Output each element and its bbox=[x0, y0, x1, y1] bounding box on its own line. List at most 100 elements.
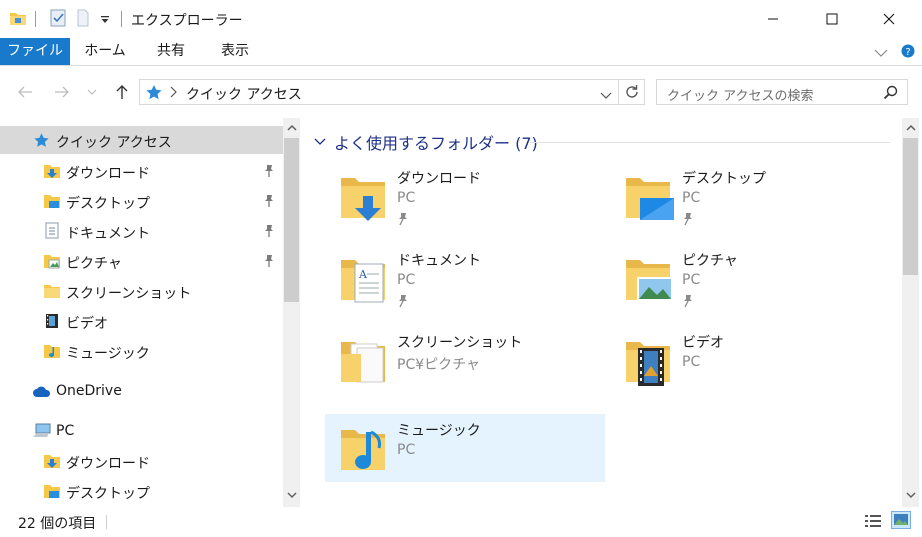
tile-name: ミュージック bbox=[397, 423, 481, 439]
nav-item-label: ピクチャ bbox=[66, 256, 122, 272]
desktop-folder-icon bbox=[43, 483, 61, 503]
pin-icon[interactable] bbox=[263, 254, 275, 272]
pin-icon[interactable] bbox=[263, 164, 275, 182]
close-button[interactable] bbox=[866, 0, 912, 38]
folder-tile-videos[interactable]: ビデオ PC bbox=[610, 326, 890, 394]
nav-quick-access[interactable]: クイック アクセス bbox=[0, 126, 283, 154]
scroll-down-arrow-icon[interactable] bbox=[902, 487, 919, 504]
scroll-up-arrow-icon[interactable] bbox=[902, 119, 919, 136]
nav-onedrive-label: OneDrive bbox=[56, 383, 122, 399]
tab-share[interactable]: 共有 bbox=[148, 38, 194, 65]
folder-tile-documents[interactable]: A ドキュメント PC bbox=[325, 244, 605, 312]
nav-item-desktop[interactable]: デスクトップ bbox=[0, 187, 283, 215]
group-divider bbox=[530, 142, 890, 143]
breadcrumb-chevron-icon[interactable] bbox=[169, 86, 177, 102]
tile-name: ピクチャ bbox=[682, 253, 738, 269]
tile-location: PC bbox=[682, 272, 701, 288]
details-view-icon[interactable] bbox=[864, 514, 882, 532]
back-button[interactable] bbox=[13, 80, 37, 104]
download-folder-icon bbox=[341, 178, 385, 221]
content-scrollbar[interactable] bbox=[902, 118, 919, 507]
pin-icon[interactable] bbox=[263, 194, 275, 212]
folder-tile-downloads[interactable]: ダウンロード PC bbox=[325, 162, 605, 230]
tile-name: ドキュメント bbox=[397, 253, 481, 269]
group-header[interactable]: よく使用するフォルダー (7) bbox=[314, 130, 538, 154]
nav-item-screenshots[interactable]: スクリーンショット bbox=[0, 277, 283, 305]
tile-location: PC bbox=[397, 442, 416, 458]
nav-item-videos[interactable]: ビデオ bbox=[0, 307, 283, 335]
nav-pc[interactable]: PC bbox=[0, 417, 283, 445]
tile-location: PC bbox=[397, 190, 416, 206]
nav-onedrive[interactable]: OneDrive bbox=[0, 377, 283, 405]
nav-item-label: ドキュメント bbox=[66, 226, 150, 242]
content-scroll-thumb[interactable] bbox=[903, 138, 918, 275]
tile-name: ダウンロード bbox=[397, 171, 481, 187]
expand-ribbon-icon[interactable] bbox=[874, 46, 888, 62]
screenshots-folder-icon bbox=[341, 342, 385, 383]
nav-item-label: ビデオ bbox=[66, 316, 108, 332]
search-icon[interactable] bbox=[883, 85, 898, 104]
forward-button[interactable] bbox=[50, 80, 74, 104]
minimize-button[interactable] bbox=[750, 0, 796, 38]
folder-tile-screenshots[interactable]: スクリーンショット PC¥ピクチャ bbox=[325, 326, 605, 394]
nav-item-pictures[interactable]: ピクチャ bbox=[0, 247, 283, 275]
tile-location: PC bbox=[397, 272, 416, 288]
new-folder-icon[interactable] bbox=[76, 9, 90, 31]
pictures-folder-icon bbox=[43, 253, 61, 273]
refresh-icon[interactable] bbox=[624, 84, 640, 104]
pin-icon bbox=[682, 212, 694, 230]
pin-icon bbox=[397, 212, 409, 230]
documents-folder-icon: A bbox=[341, 260, 385, 303]
nav-pane-scroll-thumb[interactable] bbox=[284, 138, 299, 302]
properties-icon[interactable] bbox=[50, 9, 66, 31]
tab-home[interactable]: ホーム bbox=[80, 38, 130, 65]
folder-tile-desktop[interactable]: デスクトップ PC bbox=[610, 162, 890, 230]
recent-locations-button[interactable] bbox=[84, 80, 100, 104]
nav-quick-access-label: クイック アクセス bbox=[56, 135, 172, 151]
nav-item-music[interactable]: ミュージック bbox=[0, 337, 283, 365]
nav-pane-scrollbar[interactable] bbox=[283, 118, 300, 507]
tile-name: スクリーンショット bbox=[397, 335, 523, 351]
scroll-down-arrow-icon[interactable] bbox=[283, 487, 300, 504]
pc-icon bbox=[32, 423, 52, 443]
address-path[interactable]: クイック アクセス bbox=[186, 84, 302, 104]
nav-item-label: スクリーンショット bbox=[66, 286, 192, 302]
pin-icon bbox=[682, 294, 694, 312]
desktop-folder-icon bbox=[626, 178, 674, 220]
nav-pc-downloads[interactable]: ダウンロード bbox=[0, 447, 283, 475]
address-bar[interactable]: クイック アクセス bbox=[139, 79, 645, 105]
tile-location: PC bbox=[682, 354, 701, 370]
collapse-chevron-icon[interactable] bbox=[314, 138, 326, 146]
window-title: エクスプローラー bbox=[131, 13, 243, 29]
maximize-button[interactable] bbox=[809, 0, 855, 38]
music-folder-icon bbox=[341, 430, 385, 470]
pin-icon[interactable] bbox=[263, 224, 275, 242]
tile-location: PC bbox=[682, 190, 701, 206]
nav-item-label: ダウンロード bbox=[66, 166, 150, 182]
tab-file[interactable]: ファイル bbox=[0, 38, 70, 65]
navigation-pane: クイック アクセス ダウンロード デスクトップ ドキュメント ピクチャ スクリー… bbox=[0, 118, 283, 507]
title-bar: エクスプローラー bbox=[0, 0, 922, 38]
documents-folder-icon bbox=[43, 222, 61, 243]
nav-item-downloads[interactable]: ダウンロード bbox=[0, 157, 283, 185]
address-history-chevron-icon[interactable] bbox=[600, 88, 612, 104]
folder-app-icon[interactable] bbox=[9, 9, 27, 31]
scroll-up-arrow-icon[interactable] bbox=[283, 119, 300, 136]
videos-folder-icon bbox=[43, 313, 61, 333]
search-input[interactable]: クイック アクセスの検索 bbox=[656, 79, 908, 105]
help-icon[interactable]: ? bbox=[901, 43, 915, 63]
nav-item-label: デスクトップ bbox=[66, 196, 150, 212]
quick-access-star-icon bbox=[145, 84, 163, 104]
folder-tile-music[interactable]: ミュージック PC bbox=[325, 414, 605, 482]
up-button[interactable] bbox=[110, 80, 134, 104]
nav-pc-desktop[interactable]: デスクトップ bbox=[0, 477, 283, 505]
tab-view[interactable]: 表示 bbox=[212, 38, 258, 65]
tile-name: デスクトップ bbox=[682, 171, 766, 187]
nav-item-documents[interactable]: ドキュメント bbox=[0, 217, 283, 245]
pin-icon bbox=[397, 294, 409, 312]
item-count: 22 個の項目 bbox=[18, 516, 97, 532]
folder-tile-pictures[interactable]: ピクチャ PC bbox=[610, 244, 890, 312]
customize-toolbar-icon[interactable] bbox=[100, 13, 110, 29]
large-icons-view-icon[interactable] bbox=[891, 511, 911, 533]
nav-item-label: ミュージック bbox=[66, 346, 150, 362]
